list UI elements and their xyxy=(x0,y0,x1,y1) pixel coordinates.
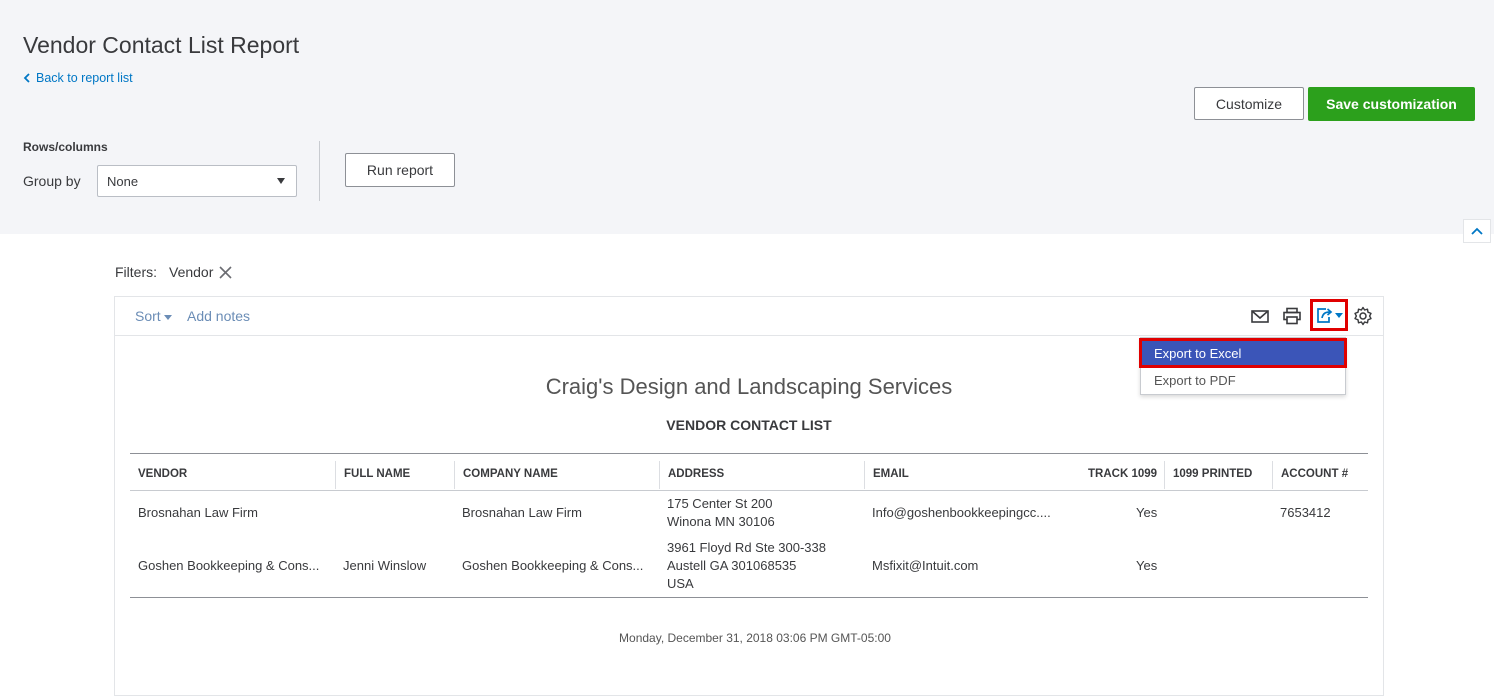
column-divider[interactable] xyxy=(335,461,336,489)
column-header-email[interactable]: EMAIL xyxy=(873,468,909,480)
cell-address-line: Austell GA 301068535 xyxy=(667,558,797,573)
column-header-1099-printed[interactable]: 1099 PRINTED xyxy=(1173,468,1252,480)
options-divider xyxy=(319,141,320,201)
close-icon[interactable] xyxy=(219,265,232,279)
column-header-account-number[interactable]: ACCOUNT # xyxy=(1281,468,1348,480)
filters-label: Filters: xyxy=(115,264,157,280)
page-title: Vendor Contact List Report xyxy=(23,32,300,58)
column-divider[interactable] xyxy=(864,461,865,489)
caret-down-icon xyxy=(277,178,285,184)
add-notes-link[interactable]: Add notes xyxy=(187,308,250,324)
table-bottom-rule xyxy=(130,597,1368,598)
rows-columns-label: Rows/columns xyxy=(23,140,108,154)
cell-vendor-link[interactable]: Brosnahan Law Firm xyxy=(138,504,258,522)
back-link-label: Back to report list xyxy=(36,71,133,85)
sort-label: Sort xyxy=(135,308,161,324)
chevron-left-icon xyxy=(23,73,30,83)
cell-company: Brosnahan Law Firm xyxy=(462,505,582,520)
cell-track-1099: Yes xyxy=(1136,558,1158,573)
cell-vendor-link[interactable]: Goshen Bookkeeping & Cons... xyxy=(138,557,319,575)
group-by-label: Group by xyxy=(23,173,81,189)
cell-email: Info@goshenbookkeepingcc.... xyxy=(872,505,1051,520)
group-by-value: None xyxy=(107,173,139,189)
cell-address-line: USA xyxy=(667,576,694,591)
save-customization-button[interactable]: Save customization xyxy=(1308,87,1475,121)
print-icon[interactable] xyxy=(1282,307,1302,325)
export-icon xyxy=(1317,308,1333,323)
column-divider[interactable] xyxy=(1164,461,1165,489)
caret-down-icon xyxy=(1335,312,1343,318)
caret-down-icon xyxy=(163,314,172,320)
table-top-rule xyxy=(130,453,1368,454)
run-report-button[interactable]: Run report xyxy=(345,153,455,187)
gear-icon[interactable] xyxy=(1353,306,1373,326)
export-button[interactable] xyxy=(1310,299,1348,331)
column-divider[interactable] xyxy=(1272,461,1273,489)
cell-track-1099: Yes xyxy=(1136,505,1158,520)
group-by-select[interactable]: None xyxy=(97,165,297,197)
sort-dropdown[interactable]: Sort xyxy=(135,308,172,324)
customize-button[interactable]: Customize xyxy=(1194,87,1304,120)
column-header-company-name[interactable]: COMPANY NAME xyxy=(463,468,558,480)
column-header-address[interactable]: ADDRESS xyxy=(668,468,724,480)
back-to-report-list-link[interactable]: Back to report list xyxy=(23,71,133,85)
cell-account-number: 7653412 xyxy=(1280,505,1331,520)
column-header-vendor[interactable]: VENDOR xyxy=(138,468,187,480)
table-header-rule xyxy=(130,490,1368,491)
cell-address-line: 3961 Floyd Rd Ste 300-338 xyxy=(667,540,826,555)
column-divider[interactable] xyxy=(454,461,455,489)
cell-address-line: Winona MN 30106 xyxy=(667,514,775,529)
report-toolbar: Sort Add notes xyxy=(115,297,1383,336)
cell-full-name: Jenni Winslow xyxy=(343,558,427,573)
report-footer-timestamp: Monday, December 31, 2018 03:06 PM GMT-0… xyxy=(619,631,891,645)
filters-bar: Filters: Vendor xyxy=(115,264,232,280)
column-divider[interactable] xyxy=(659,461,660,489)
cell-email: Msfixit@Intuit.com xyxy=(872,558,979,573)
collapse-header-button[interactable] xyxy=(1463,219,1491,243)
column-header-track-1099[interactable]: TRACK 1099 xyxy=(1088,468,1157,480)
email-icon[interactable] xyxy=(1250,307,1270,325)
export-to-excel-option[interactable]: Export to Excel xyxy=(1139,338,1347,368)
column-header-full-name[interactable]: FULL NAME xyxy=(344,468,410,480)
chevron-up-icon xyxy=(1471,227,1483,235)
filter-chip-label: Vendor xyxy=(169,264,214,280)
cell-address-line: 175 Center St 200 xyxy=(667,496,773,511)
cell-company: Goshen Bookkeeping & Cons... xyxy=(462,558,644,573)
filter-chip-vendor: Vendor xyxy=(169,264,232,280)
report-title: VENDOR CONTACT LIST xyxy=(666,417,832,433)
company-name: Craig's Design and Landscaping Services xyxy=(545,374,953,399)
